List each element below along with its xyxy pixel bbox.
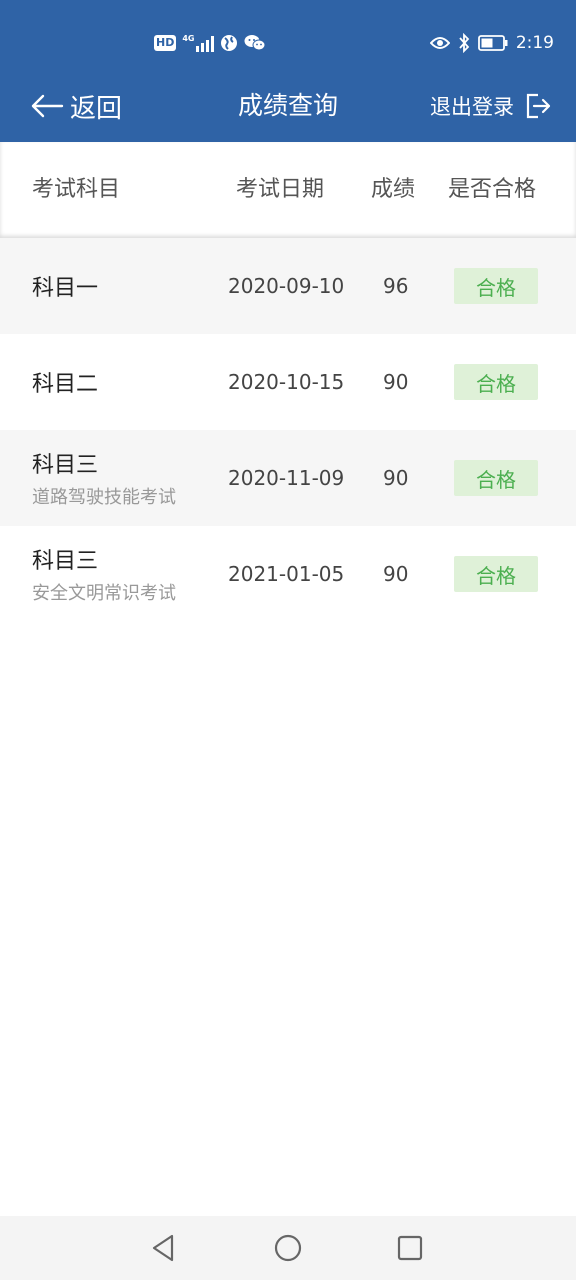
- subject-name: 科目三: [32, 453, 99, 478]
- back-button[interactable]: 返回: [30, 86, 122, 126]
- pass-badge: 合格: [454, 460, 538, 496]
- subject-name: 科目一: [32, 276, 99, 301]
- arrow-left-icon: [31, 94, 64, 118]
- score-cell: 90: [383, 466, 409, 490]
- date-cell: 2020-10-15: [228, 370, 345, 394]
- subject-name: 科目三: [32, 549, 99, 574]
- score-cell: 96: [383, 274, 409, 298]
- circle-home-icon[interactable]: [272, 1232, 304, 1264]
- table-header: 考试科目 考试日期 成绩 是否合格: [0, 142, 576, 238]
- system-nav-bar: [0, 1216, 576, 1280]
- score-cell: 90: [383, 562, 409, 586]
- subject-detail: 道路驾驶技能考试: [32, 487, 176, 508]
- column-header-score: 成绩: [371, 177, 416, 202]
- score-cell: 90: [383, 370, 409, 394]
- pass-badge: 合格: [454, 268, 538, 304]
- globe-icon: [221, 35, 238, 51]
- nav-bar: 返回 成绩查询 退出登录: [0, 86, 576, 142]
- logout-label: 退出登录: [430, 95, 514, 119]
- column-header-date: 考试日期: [236, 177, 325, 202]
- subject-cell: 科目三 安全文明常识考试: [32, 526, 176, 622]
- status-bar: HD 4G 2:19: [0, 0, 576, 86]
- pass-badge: 合格: [454, 364, 538, 400]
- subject-cell: 科目二: [32, 334, 98, 430]
- table-row[interactable]: 科目三 安全文明常识考试 2021-01-05 90 合格: [0, 526, 576, 622]
- pass-cell: 合格: [454, 238, 538, 334]
- column-header-subject: 考试科目: [32, 177, 121, 202]
- network-type-label: 4G: [182, 34, 195, 43]
- table-row[interactable]: 科目三 道路驾驶技能考试 2020-11-09 90 合格: [0, 430, 576, 526]
- score-list: 科目一 2020-09-10 96 合格 科目二 2020-10-15 90 合…: [0, 238, 576, 622]
- subject-cell: 科目一: [32, 238, 98, 334]
- hd-badge: HD: [154, 35, 177, 51]
- pass-badge: 合格: [454, 556, 538, 592]
- pass-cell: 合格: [454, 526, 538, 622]
- signal-icon: 4G: [182, 34, 215, 52]
- bluetooth-icon: [459, 33, 470, 53]
- column-header-pass: 是否合格: [448, 177, 537, 202]
- subject-cell: 科目三 道路驾驶技能考试: [32, 430, 176, 526]
- status-time: 2:19: [515, 33, 554, 53]
- status-left-icons: HD 4G: [154, 32, 266, 54]
- battery-icon: [477, 35, 508, 51]
- back-label: 返回: [70, 93, 123, 124]
- triangle-back-icon[interactable]: [148, 1232, 180, 1264]
- subject-detail: 安全文明常识考试: [32, 583, 176, 604]
- subject-name: 科目二: [32, 372, 99, 397]
- eye-icon: [429, 37, 450, 49]
- wechat-icon: [244, 35, 266, 51]
- status-right-icons: 2:19: [429, 30, 554, 56]
- date-cell: 2020-09-10: [228, 274, 345, 298]
- date-cell: 2021-01-05: [228, 562, 345, 586]
- date-cell: 2020-11-09: [228, 466, 345, 490]
- pass-cell: 合格: [454, 334, 538, 430]
- logout-icon: [526, 93, 551, 119]
- table-row[interactable]: 科目一 2020-09-10 96 合格: [0, 238, 576, 334]
- app-header: HD 4G 2:19 返回 成绩查询 退出登录: [0, 0, 576, 142]
- table-row[interactable]: 科目二 2020-10-15 90 合格: [0, 334, 576, 430]
- logout-button[interactable]: 退出登录: [430, 86, 552, 126]
- pass-cell: 合格: [454, 430, 538, 526]
- square-recent-icon[interactable]: [394, 1232, 426, 1264]
